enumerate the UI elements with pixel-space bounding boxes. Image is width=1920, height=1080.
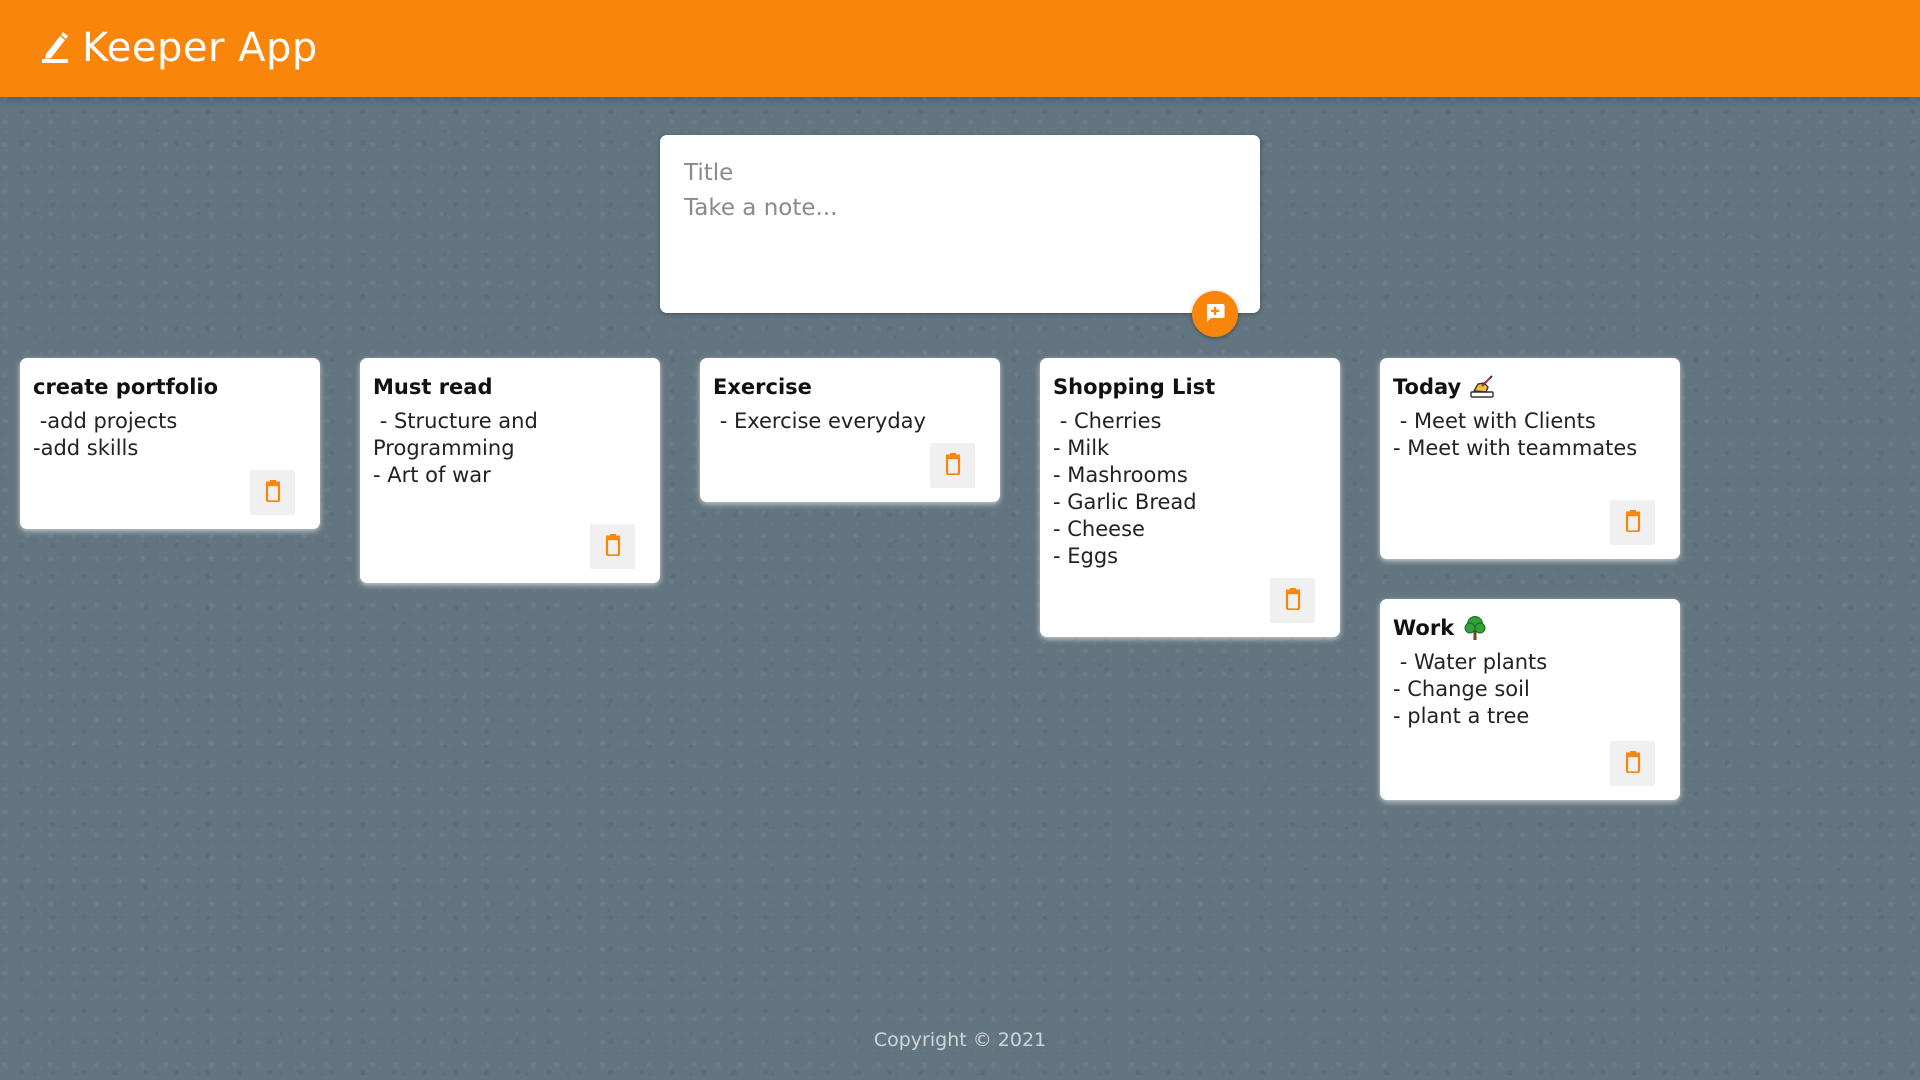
note-title-text: Today xyxy=(1393,375,1462,399)
note-title: Must read xyxy=(373,372,647,402)
note-title-text: Shopping List xyxy=(1053,375,1216,399)
tree-icon xyxy=(1462,615,1488,641)
note-content: - Meet with Clients - Meet with teammate… xyxy=(1393,409,1638,460)
note-title-input[interactable] xyxy=(684,155,1236,191)
add-comment-icon xyxy=(1203,301,1227,328)
note-content: - Structure and Programming - Art of war xyxy=(373,409,538,487)
trash-icon xyxy=(604,534,622,559)
brand: Keeper App xyxy=(40,24,318,72)
note-card: create portfolio -add projects -add skil… xyxy=(20,358,320,529)
trash-icon xyxy=(1284,588,1302,613)
delete-note-button[interactable] xyxy=(250,470,295,515)
note-title-text: Must read xyxy=(373,375,493,399)
note-content: - Exercise everyday xyxy=(713,409,926,433)
note-title: create portfolio xyxy=(33,372,307,402)
note-title: Shopping List xyxy=(1053,372,1327,402)
trash-icon xyxy=(944,453,962,478)
note-title-text: Exercise xyxy=(713,375,812,399)
delete-note-button[interactable] xyxy=(1270,578,1315,623)
copyright-text: Copyright © 2021 xyxy=(873,1029,1047,1051)
note-title: Today xyxy=(1393,372,1667,402)
pencil-icon xyxy=(40,30,70,66)
app-header: Keeper App xyxy=(0,0,1920,97)
note-title-text: Work xyxy=(1393,616,1455,640)
footer: Copyright © 2021 xyxy=(0,1029,1920,1051)
writing-hand-icon xyxy=(1469,374,1495,400)
note-card: Shopping List - Cherries - Milk - Mashro… xyxy=(1040,358,1340,637)
add-note-button[interactable] xyxy=(1192,291,1238,337)
delete-note-button[interactable] xyxy=(1610,500,1655,545)
note-content: - Water plants - Change soil - plant a t… xyxy=(1393,650,1548,728)
note-card: Exercise - Exercise everyday xyxy=(700,358,1000,502)
delete-note-button[interactable] xyxy=(1610,741,1655,786)
note-card: Work - Water plants - Change soil - plan… xyxy=(1380,599,1680,800)
note-content-input[interactable] xyxy=(684,195,1236,239)
note-title-text: create portfolio xyxy=(33,375,219,399)
trash-icon xyxy=(1624,510,1642,535)
note-content: - Cherries - Milk - Mashrooms - Garlic B… xyxy=(1053,409,1197,568)
delete-note-button[interactable] xyxy=(590,524,635,569)
app-title: Keeper App xyxy=(82,25,318,71)
note-title: Exercise xyxy=(713,372,987,402)
note-content: -add projects -add skills xyxy=(33,409,178,460)
note-title: Work xyxy=(1393,613,1667,643)
trash-icon xyxy=(264,480,282,505)
trash-icon xyxy=(1624,751,1642,776)
note-card: Must read - Structure and Programming - … xyxy=(360,358,660,583)
create-note-form xyxy=(660,135,1260,313)
delete-note-button[interactable] xyxy=(930,443,975,488)
note-card: Today - Meet with Clients - Meet with te… xyxy=(1380,358,1680,559)
